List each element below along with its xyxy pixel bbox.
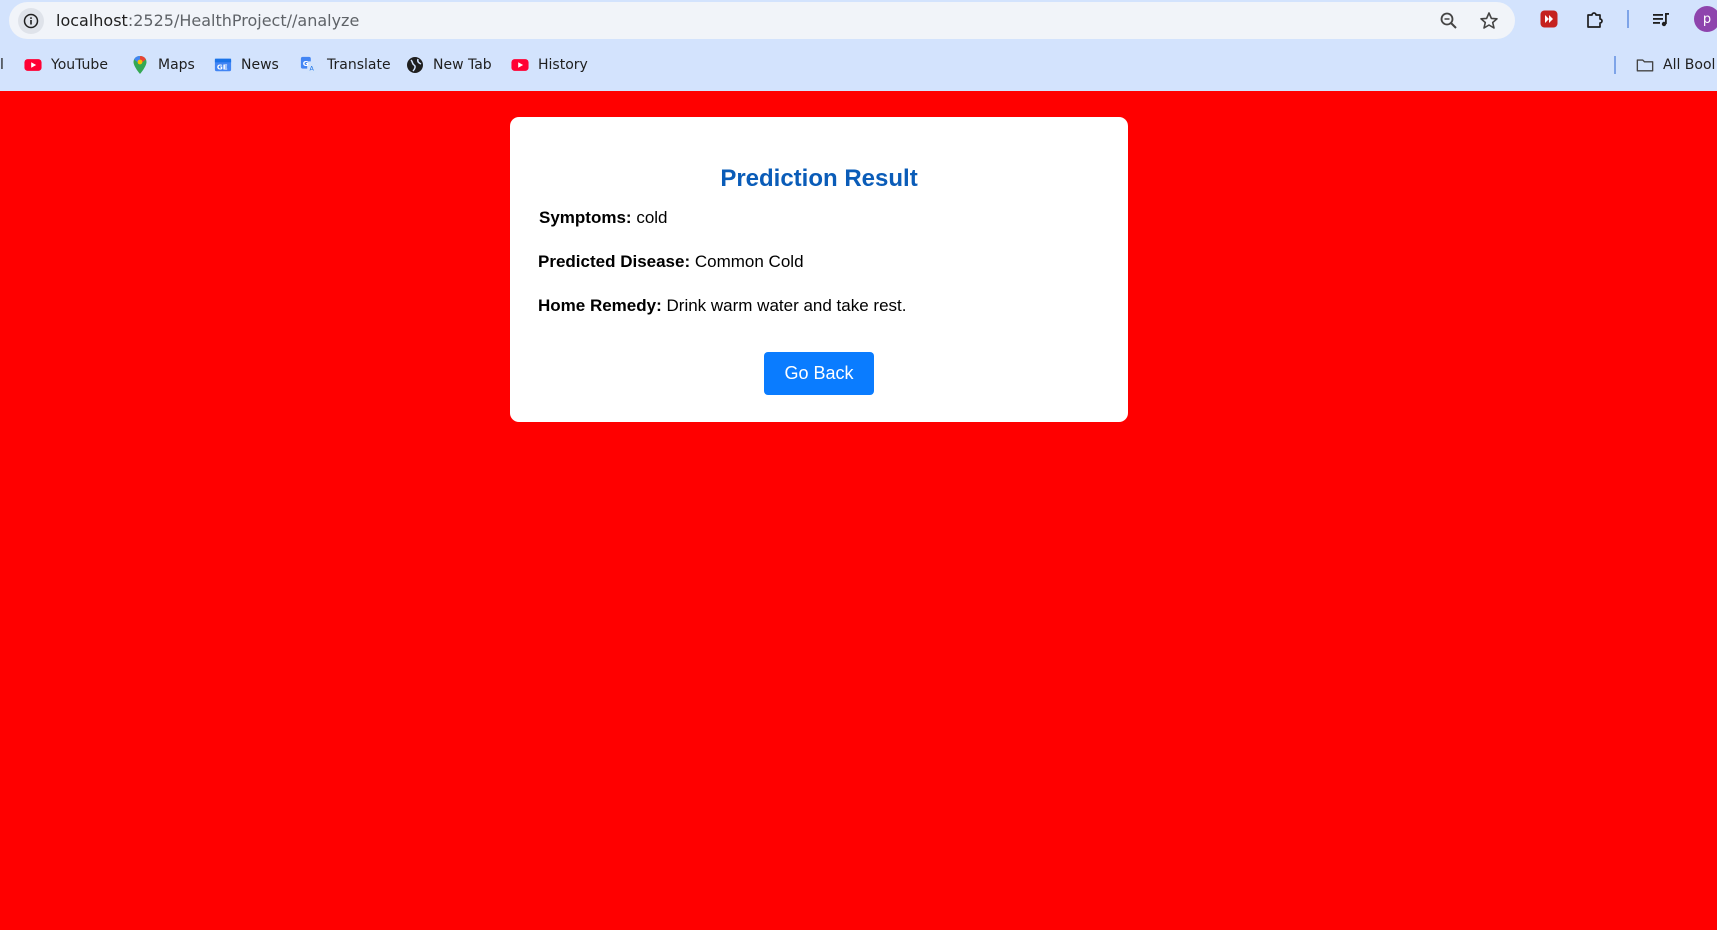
symptoms-line: Symptoms: cold [539, 208, 668, 228]
bookmark-label: Translate [327, 57, 391, 73]
url-path: :2525/HealthProject//analyze [127, 11, 360, 30]
page-background: Prediction Result Symptoms: cold Predict… [0, 91, 1717, 930]
news-icon: GE [214, 56, 232, 74]
maps-icon [131, 56, 149, 74]
bookmark-label: YouTube [51, 57, 108, 73]
youtube-icon [24, 56, 42, 74]
remedy-value: Drink warm water and take rest. [666, 296, 907, 315]
disease-line: Predicted Disease: Common Cold [538, 252, 804, 272]
all-bookmarks-folder[interactable]: All Bool [1636, 50, 1715, 80]
reading-list-icon[interactable] [1647, 5, 1675, 33]
go-back-button[interactable]: Go Back [764, 352, 874, 395]
bookmark-label: News [241, 57, 279, 73]
disease-label: Predicted Disease: [538, 252, 691, 271]
remedy-label: Home Remedy: [538, 296, 662, 315]
svg-text:G: G [303, 59, 309, 68]
bookmark-star-icon[interactable] [1476, 8, 1502, 34]
svg-text:A: A [309, 65, 314, 72]
url-text[interactable]: localhost:2525/HealthProject//analyze [56, 11, 359, 30]
result-card: Prediction Result Symptoms: cold Predict… [510, 117, 1128, 422]
symptoms-value: cold [636, 208, 668, 227]
bookmark-label: Maps [158, 57, 195, 73]
bookmark-maps[interactable]: Maps [131, 50, 195, 80]
extensions-puzzle-icon[interactable] [1581, 5, 1609, 33]
browser-chrome: localhost:2525/HealthProject//analyze p … [0, 0, 1717, 91]
page-title: Prediction Result [720, 165, 918, 192]
bookmark-youtube[interactable]: YouTube [24, 50, 108, 80]
bookmark-label: New Tab [433, 57, 492, 73]
zoom-icon[interactable] [1436, 8, 1462, 34]
bookmark-new-tab[interactable]: New Tab [406, 50, 492, 80]
bookmarks-divider [1614, 56, 1616, 74]
site-info-icon[interactable] [18, 8, 44, 34]
remedy-line: Home Remedy: Drink warm water and take r… [538, 296, 906, 316]
translate-icon: GA [300, 56, 318, 74]
toolbar-divider [1627, 10, 1629, 28]
address-bar[interactable]: localhost:2525/HealthProject//analyze [9, 2, 1515, 39]
url-host: localhost [56, 11, 128, 30]
svg-text:GE: GE [217, 63, 228, 72]
bookmark-partial-label: l [0, 57, 4, 73]
disease-value: Common Cold [694, 252, 804, 271]
bookmark-news[interactable]: GE News [214, 50, 279, 80]
folder-icon [1636, 56, 1654, 74]
media-extension-icon[interactable] [1535, 5, 1563, 33]
globe-icon [406, 56, 424, 74]
profile-avatar[interactable]: p [1694, 6, 1717, 32]
bookmarks-bar: l YouTube Maps GE News GA Translate New … [0, 50, 1717, 80]
symptoms-label: Symptoms: [539, 208, 632, 227]
bookmark-history[interactable]: History [511, 50, 588, 80]
youtube-icon [511, 56, 529, 74]
bookmark-translate[interactable]: GA Translate [300, 50, 391, 80]
bookmark-label: History [538, 57, 588, 73]
all-bookmarks-label: All Bool [1663, 57, 1716, 73]
bookmark-partial[interactable]: l [0, 50, 4, 80]
